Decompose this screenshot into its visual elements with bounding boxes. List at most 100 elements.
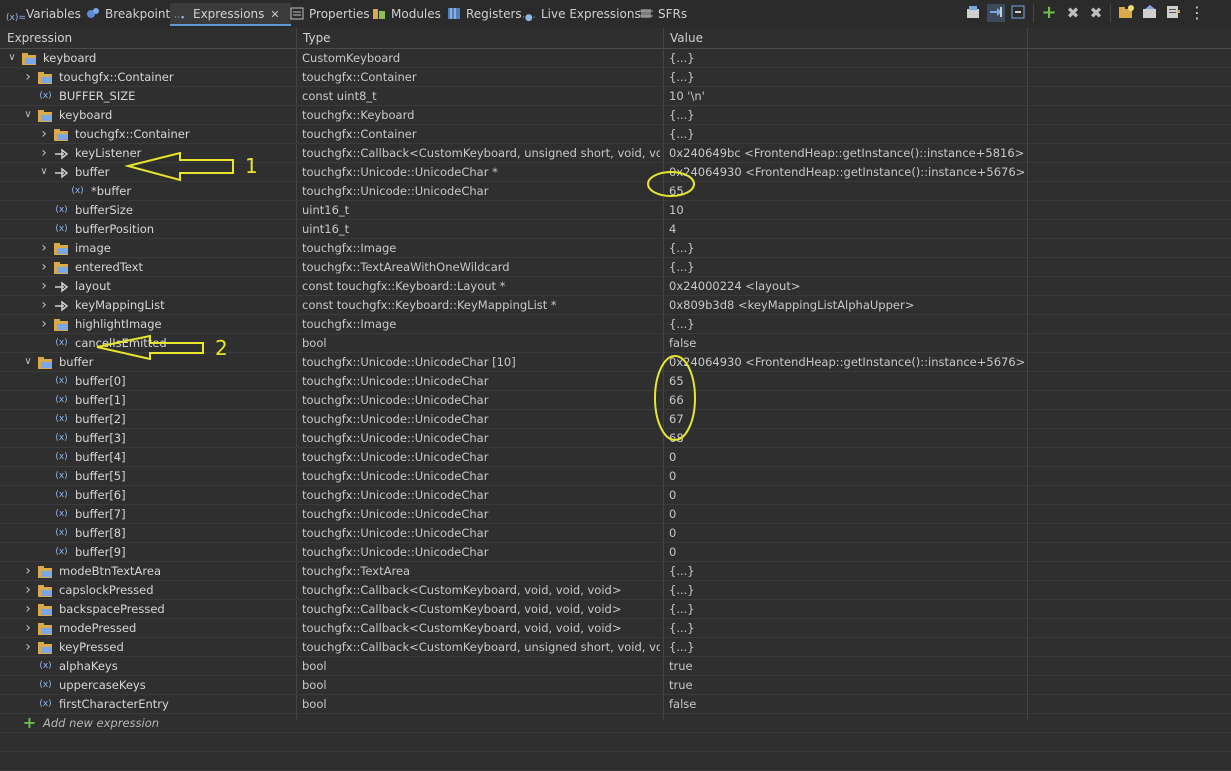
value-cell[interactable]: 0x809b3d8 <keyMappingListAlphaUpper> bbox=[669, 296, 1025, 314]
expand-chevron-icon[interactable]: › bbox=[38, 315, 50, 333]
value-cell[interactable]: 0x24064930 <FrontendHeap::getInstance():… bbox=[669, 353, 1025, 371]
tree-row[interactable]: (x) BUFFER_SIZE const uint8_t 10 '\n' bbox=[0, 87, 1231, 106]
add-expression-icon[interactable]: + bbox=[1040, 4, 1058, 22]
expand-chevron-icon[interactable]: › bbox=[22, 638, 34, 656]
value-cell[interactable]: 0 bbox=[669, 448, 1025, 466]
tree-row[interactable]: ∨ buffer touchgfx::Unicode::UnicodeChar [1… bbox=[0, 353, 1231, 372]
expand-chevron-icon[interactable]: › bbox=[38, 144, 50, 162]
tree-row[interactable]: (x) buffer[8] touchgfx::Unicode::UnicodeCh… bbox=[0, 524, 1231, 543]
expression-cell[interactable]: › modeBtnTextArea bbox=[0, 562, 296, 580]
tree-row[interactable]: › modeBtnTextArea touchgfx::TextArea {...} bbox=[0, 562, 1231, 581]
value-cell[interactable]: 65 bbox=[669, 372, 1025, 390]
value-cell[interactable]: {...} bbox=[669, 581, 1025, 599]
close-icon[interactable]: ✕ bbox=[270, 8, 279, 21]
tab-registers[interactable]: Registers bbox=[443, 3, 526, 25]
collapse-chevron-icon[interactable]: ∨ bbox=[6, 49, 18, 67]
tree-row[interactable]: ∨ buffer touchgfx::Unicode::UnicodeChar * 0… bbox=[0, 163, 1231, 182]
expression-cell[interactable]: ∨ keyboard bbox=[0, 106, 296, 124]
tab-modules[interactable]: Modules bbox=[368, 3, 445, 25]
value-cell[interactable]: 4 bbox=[669, 220, 1025, 238]
tab-expressions[interactable]: ··∙ Expressions ✕ bbox=[170, 3, 291, 26]
add-icon[interactable]: + bbox=[22, 715, 37, 731]
expression-cell[interactable]: ∨ keyboard bbox=[0, 49, 296, 67]
value-cell[interactable]: true bbox=[669, 657, 1025, 675]
expression-cell[interactable]: (x) buffer[4] bbox=[0, 448, 296, 466]
tab-variables[interactable]: (x)=Variables bbox=[2, 3, 85, 25]
expression-cell[interactable]: (x) firstCharacterEntry bbox=[0, 695, 296, 713]
value-cell[interactable]: false bbox=[669, 334, 1025, 352]
value-cell[interactable]: false bbox=[669, 695, 1025, 713]
expand-chevron-icon[interactable]: › bbox=[38, 239, 50, 257]
tab-live-expressions[interactable]: ·●· Live Expressions bbox=[518, 3, 645, 25]
expression-cell[interactable]: › capslockPressed bbox=[0, 581, 296, 599]
expression-cell[interactable]: (x) buffer[2] bbox=[0, 410, 296, 428]
value-cell[interactable]: {...} bbox=[669, 315, 1025, 333]
value-cell[interactable]: {...} bbox=[669, 258, 1025, 276]
value-cell[interactable]: true bbox=[669, 676, 1025, 694]
expression-cell[interactable]: (x) alphaKeys bbox=[0, 657, 296, 675]
tree-row[interactable]: (x) cancelIsEmitted bool false bbox=[0, 334, 1231, 353]
export-icon[interactable] bbox=[1164, 4, 1182, 22]
tree-row[interactable]: (x) firstCharacterEntry bool false bbox=[0, 695, 1231, 714]
show-logical-structure-icon[interactable] bbox=[987, 4, 1005, 22]
import-icon[interactable] bbox=[1141, 4, 1159, 22]
tree-row[interactable]: (x) buffer[4] touchgfx::Unicode::UnicodeCh… bbox=[0, 448, 1231, 467]
tree-row[interactable]: (x) bufferPosition uint16_t 4 bbox=[0, 220, 1231, 239]
expression-cell[interactable]: › touchgfx::Container bbox=[0, 68, 296, 86]
value-cell[interactable]: 0 bbox=[669, 524, 1025, 542]
column-header-expression[interactable]: Expression bbox=[0, 28, 297, 48]
tree-row[interactable]: › capslockPressed touchgfx::Callback<Custo… bbox=[0, 581, 1231, 600]
tree-row[interactable]: › highlightImage touchgfx::Image {...} bbox=[0, 315, 1231, 334]
tree-row[interactable]: › modePressed touchgfx::Callback<CustomKey… bbox=[0, 619, 1231, 638]
value-cell[interactable]: 0x24064930 <FrontendHeap::getInstance():… bbox=[669, 163, 1025, 181]
expression-cell[interactable]: (x) *buffer bbox=[0, 182, 296, 200]
expression-cell[interactable]: (x) buffer[0] bbox=[0, 372, 296, 390]
expand-chevron-icon[interactable]: › bbox=[38, 296, 50, 314]
expand-chevron-icon[interactable]: › bbox=[22, 581, 34, 599]
tab-sfrs[interactable]: SFRs bbox=[635, 3, 691, 25]
value-cell[interactable]: {...} bbox=[669, 562, 1025, 580]
expression-cell[interactable]: (x) BUFFER_SIZE bbox=[0, 87, 296, 105]
show-type-names-icon[interactable] bbox=[964, 4, 982, 22]
tree-row[interactable]: › image touchgfx::Image {...} bbox=[0, 239, 1231, 258]
value-cell[interactable]: 68 bbox=[669, 429, 1025, 447]
view-menu-icon[interactable]: ⋮ bbox=[1188, 4, 1206, 22]
expand-chevron-icon[interactable]: › bbox=[22, 600, 34, 618]
value-cell[interactable]: {...} bbox=[669, 125, 1025, 143]
value-cell[interactable]: {...} bbox=[669, 68, 1025, 86]
tree-row[interactable]: › keyListener touchgfx::Callback<CustomKey… bbox=[0, 144, 1231, 163]
expression-cell[interactable]: (x) buffer[9] bbox=[0, 543, 296, 561]
value-cell[interactable]: 0 bbox=[669, 486, 1025, 504]
expand-chevron-icon[interactable]: › bbox=[22, 68, 34, 86]
value-cell[interactable]: {...} bbox=[669, 619, 1025, 637]
remove-expression-icon[interactable]: ✖ bbox=[1064, 4, 1082, 22]
expression-cell[interactable]: › highlightImage bbox=[0, 315, 296, 333]
tree-row[interactable]: › backspacePressed touchgfx::Callback<Cust… bbox=[0, 600, 1231, 619]
expression-cell[interactable]: (x) cancelIsEmitted bbox=[0, 334, 296, 352]
value-cell[interactable]: 10 '\n' bbox=[669, 87, 1025, 105]
tree-row[interactable]: (x) buffer[2] touchgfx::Unicode::UnicodeCh… bbox=[0, 410, 1231, 429]
expand-chevron-icon[interactable]: › bbox=[38, 258, 50, 276]
add-new-expression-label[interactable]: Add new expression bbox=[43, 714, 159, 732]
tree-row[interactable]: ∨ keyboard CustomKeyboard {...} bbox=[0, 49, 1231, 68]
value-cell[interactable]: {...} bbox=[669, 239, 1025, 257]
expression-cell[interactable]: + Add new expression bbox=[0, 714, 296, 732]
expression-cell[interactable]: › layout bbox=[0, 277, 296, 295]
expression-cell[interactable]: (x) buffer[6] bbox=[0, 486, 296, 504]
value-cell[interactable]: 0 bbox=[669, 467, 1025, 485]
new-folder-icon[interactable] bbox=[1117, 4, 1135, 22]
expression-cell[interactable]: (x) buffer[8] bbox=[0, 524, 296, 542]
expression-cell[interactable]: (x) buffer[1] bbox=[0, 391, 296, 409]
collapse-chevron-icon[interactable]: ∨ bbox=[22, 106, 34, 124]
expression-cell[interactable]: (x) buffer[7] bbox=[0, 505, 296, 523]
expression-cell[interactable]: ∨ buffer bbox=[0, 353, 296, 371]
value-cell[interactable]: {...} bbox=[669, 49, 1025, 67]
value-cell[interactable]: 67 bbox=[669, 410, 1025, 428]
value-cell[interactable]: 10 bbox=[669, 201, 1025, 219]
tree-row[interactable]: ∨ keyboard touchgfx::Keyboard {...} bbox=[0, 106, 1231, 125]
expand-chevron-icon[interactable]: › bbox=[38, 125, 50, 143]
expand-chevron-icon[interactable]: › bbox=[38, 277, 50, 295]
tree-row[interactable]: (x) buffer[3] touchgfx::Unicode::UnicodeCh… bbox=[0, 429, 1231, 448]
value-cell[interactable]: 0x240649bc <FrontendHeap::getInstance():… bbox=[669, 144, 1025, 162]
add-new-expression-row[interactable]: + Add new expression bbox=[0, 714, 1231, 733]
